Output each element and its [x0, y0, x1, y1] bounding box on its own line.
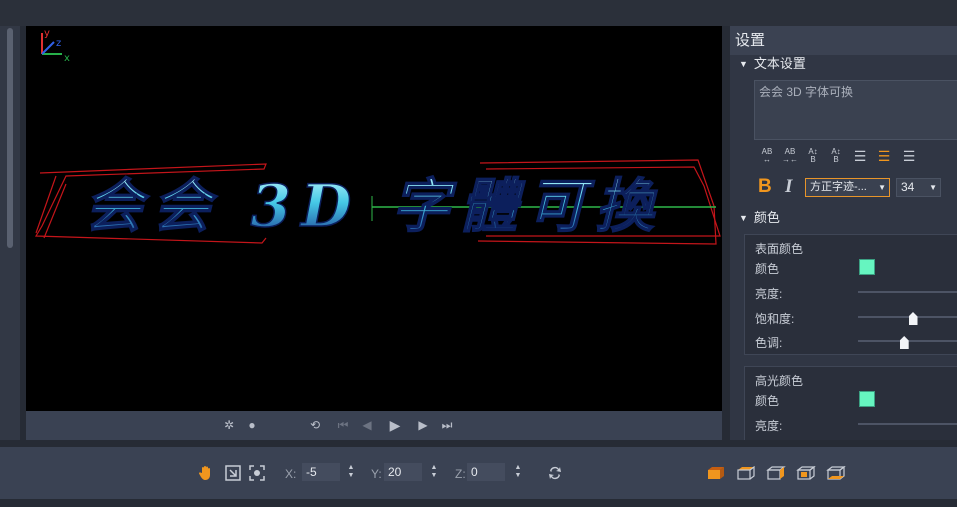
x-label: X: [285, 467, 297, 481]
view-back-icon[interactable] [796, 466, 816, 480]
left-scrollbar[interactable] [7, 28, 13, 248]
saturation-slider[interactable] [858, 316, 957, 318]
highlight-color-swatch[interactable] [859, 391, 875, 407]
highlight-color-label: 颜色 [755, 394, 780, 408]
zoom-fit-icon[interactable] [248, 464, 266, 482]
color-section-label: 颜色 [753, 210, 780, 225]
line-spacing-down-icon[interactable]: A↕ B [827, 148, 845, 166]
reset-rotate-icon[interactable] [546, 464, 564, 482]
playback-bar: ✲ ● ⟲ ⏮ ◀ ▶ ▶ ⏭ [26, 411, 722, 440]
play-icon[interactable]: ▶ [387, 417, 403, 433]
font-size-value: 34 [901, 180, 915, 194]
hue-slider-thumb[interactable] [899, 336, 909, 349]
font-family-select[interactable]: 方正字迹-... ▼ [805, 178, 890, 197]
text-settings-header[interactable]: ▼ 文本设置 [730, 54, 957, 74]
highlight-color-group: 高光颜色 颜色 亮度: [744, 366, 957, 440]
z-label: Z: [455, 467, 466, 481]
x-position-input[interactable]: -5 [302, 463, 340, 481]
top-bar [0, 0, 957, 26]
surface-color-title: 表面颜色 [755, 242, 804, 256]
highlight-brightness-slider[interactable] [858, 423, 957, 425]
line-spacing-up-icon[interactable]: A↕ B [804, 148, 822, 166]
dropdown-arrow-icon: ▼ [929, 183, 937, 192]
view-bottom-icon[interactable] [826, 466, 846, 480]
surface-color-label: 颜色 [755, 262, 780, 276]
light-icon[interactable]: ✲ [221, 417, 237, 433]
italic-button[interactable]: I [785, 176, 801, 198]
settings-panel: 设置 ▼ 文本设置 会会 3D 字体可换 AB ↔ AB →← A↕ B A↕ B ☰ ☰… [730, 26, 957, 440]
previous-frame-icon[interactable]: ◀ [359, 417, 375, 433]
highlight-color-title: 高光颜色 [755, 374, 804, 388]
y-label: Y: [371, 467, 382, 481]
preview-canvas[interactable]: 会会 3D 字體可換 y z x [26, 26, 722, 411]
surface-color-group: 表面颜色 颜色 亮度: 饱和度: 色调: [744, 234, 957, 355]
z-spinner[interactable]: ▲ ▼ [513, 464, 523, 482]
3d-title-text[interactable]: 会会 3D 字體可換 [84, 171, 663, 241]
x-spinner[interactable]: ▲ ▼ [346, 464, 356, 482]
bottom-edge [0, 499, 957, 507]
panel-title: 设置 [730, 26, 957, 55]
go-to-end-icon[interactable]: ⏭ [439, 417, 455, 433]
font-family-value: 方正字迹-... [810, 181, 867, 193]
collapse-triangle-icon[interactable]: ▼ [739, 213, 748, 223]
surface-color-swatch[interactable] [859, 259, 875, 275]
left-panel-strip [0, 26, 20, 440]
loop-icon[interactable]: ⟲ [307, 417, 323, 433]
title-text-input[interactable]: 会会 3D 字体可换 [754, 80, 957, 140]
view-top-icon[interactable] [736, 466, 756, 480]
brightness-slider[interactable] [858, 291, 957, 293]
bottom-toolbar: X: -5 ▲ ▼ Y: 20 ▲ ▼ Z: 0 ▲ ▼ [0, 447, 957, 499]
hue-label: 色调: [755, 336, 783, 350]
font-size-select[interactable]: 34 ▼ [896, 178, 941, 197]
brightness-label: 亮度: [755, 287, 783, 301]
hand-light-icon[interactable]: ● [244, 417, 260, 433]
text-settings-label: 文本设置 [753, 56, 806, 71]
fit-frame-icon[interactable] [224, 464, 242, 482]
saturation-slider-thumb[interactable] [908, 312, 918, 325]
text-spacing-icon[interactable]: AB ↔ [758, 148, 776, 166]
saturation-label: 饱和度: [755, 312, 795, 326]
svg-text:x: x [64, 53, 70, 64]
dropdown-arrow-icon: ▼ [878, 183, 886, 192]
svg-text:y: y [44, 28, 50, 39]
3d-title-editor: 会会 3D 字體可換 y z x ✲ ● ⟲ ⏮ ◀ ▶ ▶ ⏭ 设置 ▼ 文本设… [0, 0, 957, 507]
next-frame-icon[interactable]: ▶ [415, 417, 431, 433]
text-spacing-narrow-icon[interactable]: AB →← [781, 148, 799, 166]
axis-orientation-icon: y z x [41, 28, 70, 64]
hand-pan-icon[interactable] [197, 464, 215, 482]
z-position-input[interactable]: 0 [467, 463, 505, 481]
y-spinner[interactable]: ▲ ▼ [429, 464, 439, 482]
3d-scene[interactable]: 会会 3D 字體可換 [26, 26, 722, 411]
view-front-icon[interactable] [706, 466, 726, 480]
view-side-icon[interactable] [766, 466, 786, 480]
align-left-icon[interactable]: ☰ [851, 148, 869, 166]
highlight-brightness-label: 亮度: [755, 419, 783, 433]
collapse-triangle-icon[interactable]: ▼ [739, 59, 748, 69]
color-section-header[interactable]: ▼ 颜色 [730, 208, 957, 228]
align-center-icon[interactable]: ☰ [875, 148, 893, 166]
go-to-start-icon[interactable]: ⏮ [335, 417, 351, 433]
y-position-input[interactable]: 20 [384, 463, 422, 481]
align-right-icon[interactable]: ☰ [900, 148, 918, 166]
bold-button[interactable]: B [758, 176, 774, 198]
svg-text:z: z [56, 38, 61, 49]
